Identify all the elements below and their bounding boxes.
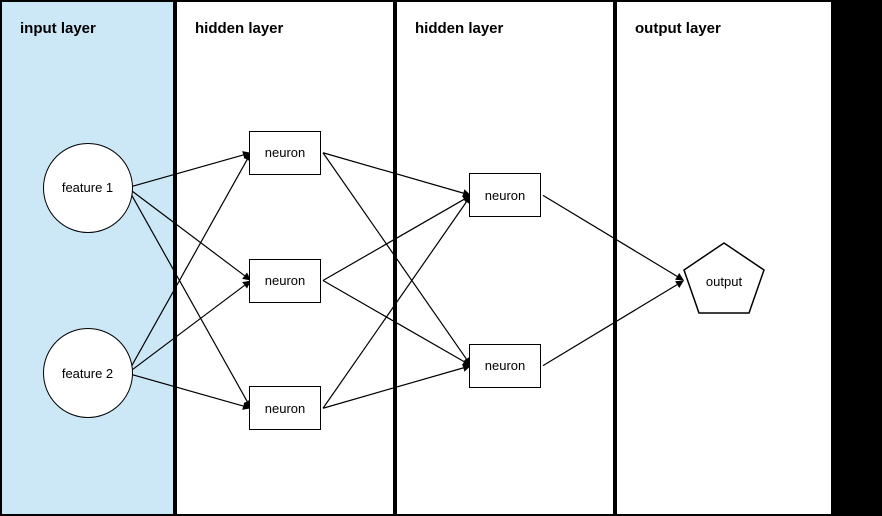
hidden1-node-0-label: neuron [265, 145, 305, 160]
input-node-0-label: feature 1 [62, 180, 113, 195]
input-node-1-label: feature 2 [62, 366, 113, 381]
input-layer: input layer feature 1 feature 2 [0, 0, 175, 516]
hidden-layer-1-title: hidden layer [195, 20, 283, 37]
input-node-0: feature 1 [43, 143, 133, 233]
input-nodes-container: feature 1 feature 2 [2, 47, 173, 514]
output-layer: output layer output [615, 0, 833, 516]
hidden2-node-0-label: neuron [485, 188, 525, 203]
output-layer-title: output layer [635, 20, 721, 37]
hidden1-node-2-label: neuron [265, 401, 305, 416]
hidden2-node-1-label: neuron [485, 358, 525, 373]
hidden1-nodes-container: neuron neuron neuron [177, 47, 393, 514]
hidden1-node-1-label: neuron [265, 273, 305, 288]
input-node-1: feature 2 [43, 328, 133, 418]
hidden1-node-1: neuron [249, 259, 321, 303]
hidden2-nodes-container: neuron neuron [397, 47, 613, 514]
hidden-layer-2-title: hidden layer [415, 20, 503, 37]
hidden-layer-2: hidden layer neuron neuron [395, 0, 615, 516]
hidden1-node-0: neuron [249, 131, 321, 175]
pentagon-shape: output [679, 238, 769, 318]
hidden1-node-2: neuron [249, 386, 321, 430]
hidden2-node-1: neuron [469, 344, 541, 388]
output-node-0: output [679, 238, 769, 323]
hidden-layer-1: hidden layer neuron neuron neuron [175, 0, 395, 516]
output-nodes-container: output [617, 47, 831, 514]
output-label: output [706, 274, 743, 289]
hidden2-node-0: neuron [469, 173, 541, 217]
input-layer-title: input layer [20, 20, 96, 37]
neural-network-diagram: input layer feature 1 feature 2 hidden l… [0, 0, 882, 516]
